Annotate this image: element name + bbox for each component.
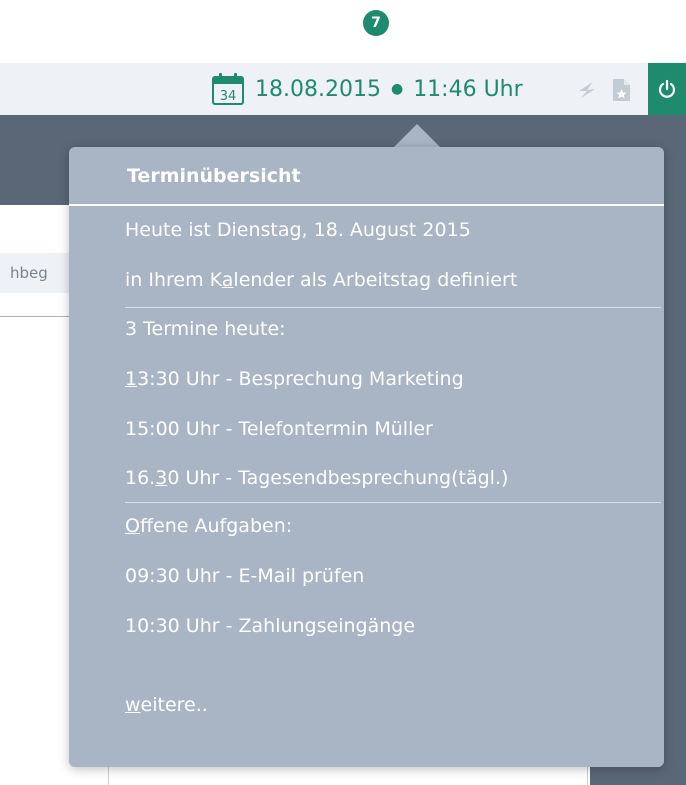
current-date: 18.08.2015 <box>255 76 381 102</box>
pin-icon[interactable] <box>576 79 598 101</box>
today-line: Heute ist Dienstag, 18. August 2015 <box>125 219 471 241</box>
more-link[interactable]: weitere.. <box>125 694 208 716</box>
tasks-header-key: O <box>125 515 140 537</box>
appointment-text-pre: 16. <box>125 467 156 489</box>
calendar-link-pre: in Ihrem K <box>125 269 222 291</box>
date-time-display[interactable]: 34 18.08.2015 ● 11:46 Uhr <box>211 63 523 115</box>
search-input[interactable]: hbeg <box>0 253 80 293</box>
appointment-item[interactable]: 13:30 Uhr - Besprechung Marketing <box>125 368 464 390</box>
power-button[interactable] <box>648 63 686 115</box>
popover-arrow <box>393 124 441 148</box>
appointment-item[interactable]: 16.30 Uhr - Tagesendbesprechung(tägl.) <box>125 467 508 489</box>
calendar-icon: 34 <box>212 73 244 105</box>
section-divider <box>125 307 661 308</box>
divider-line <box>0 316 80 317</box>
appointment-item[interactable]: 15:00 Uhr - Telefontermin Müller <box>125 418 433 440</box>
appointment-text: 3:30 Uhr - Besprechung Marketing <box>137 368 464 390</box>
task-item[interactable]: 09:30 Uhr - E-Mail prüfen <box>125 565 364 587</box>
calendar-link[interactable]: in Ihrem Kalender als Arbeitstag definie… <box>125 269 517 291</box>
more-link-key: w <box>125 694 141 716</box>
more-link-text: eitere.. <box>140 694 208 716</box>
calendar-link-key: a <box>221 269 234 291</box>
tasks-header-text: ffene Aufgaben: <box>139 515 293 537</box>
title-divider <box>69 204 664 206</box>
appointment-overview-popover: Terminübersicht Heute ist Dienstag, 18. … <box>69 147 664 767</box>
appointment-key: 3 <box>155 467 168 489</box>
current-time: 11:46 Uhr <box>413 76 523 102</box>
power-icon <box>658 79 676 98</box>
step-badge: 7 <box>363 10 389 36</box>
top-status-bar: 34 18.08.2015 ● 11:46 Uhr <box>0 63 686 115</box>
tasks-header[interactable]: Offene Aufgaben: <box>125 515 292 537</box>
section-divider <box>125 502 661 503</box>
appointment-key: 1 <box>125 368 138 390</box>
appointment-text: 0 Uhr - Tagesendbesprechung(tägl.) <box>167 467 509 489</box>
separator-dot: ● <box>390 81 404 97</box>
calendar-link-post: lender als Arbeitstag definiert <box>233 269 518 291</box>
popover-title: Terminübersicht <box>127 165 301 187</box>
appointments-header: 3 Termine heute: <box>125 318 286 340</box>
calendar-day-number: 34 <box>220 89 237 104</box>
task-item[interactable]: 10:30 Uhr - Zahlungseingänge <box>125 615 415 637</box>
bookmark-doc-icon[interactable] <box>610 78 632 102</box>
